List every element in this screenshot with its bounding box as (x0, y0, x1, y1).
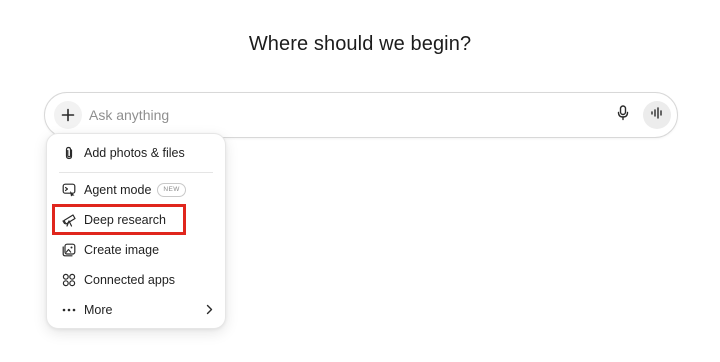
menu-divider (59, 172, 213, 173)
microphone-icon (616, 104, 630, 126)
composer (44, 92, 678, 138)
telescope-icon (61, 212, 77, 228)
menu-item-deep-research[interactable]: Deep research (53, 207, 219, 233)
menu-item-agent-mode[interactable]: Agent mode NEW (53, 177, 219, 203)
menu-item-connected-apps[interactable]: Connected apps (53, 267, 219, 293)
menu-item-add-photos-files[interactable]: Add photos & files (53, 140, 219, 166)
plus-icon (61, 108, 75, 122)
menu-item-label: Agent mode (84, 183, 152, 197)
agent-mode-icon (61, 182, 77, 198)
page: Where should we begin? Ask anything Add … (0, 0, 720, 362)
menu-item-label: Create image (84, 243, 160, 257)
voice-mode-button[interactable] (643, 101, 671, 129)
ellipsis-icon (61, 302, 77, 318)
connected-apps-icon (61, 272, 77, 288)
dictate-button[interactable] (611, 103, 635, 127)
menu-item-create-image[interactable]: Create image (53, 237, 219, 263)
new-badge: NEW (157, 183, 186, 197)
attachment-menu: Add photos & files Agent mode NEW Deep r… (46, 133, 226, 329)
menu-item-label: Add photos & files (84, 146, 185, 160)
image-icon (61, 242, 77, 258)
page-title: Where should we begin? (248, 33, 472, 55)
menu-item-more[interactable]: More (53, 297, 219, 323)
menu-item-label: Deep research (84, 213, 166, 227)
chevron-right-icon (206, 304, 213, 318)
voice-mode-icon (650, 106, 664, 124)
add-attachment-button[interactable] (54, 101, 82, 129)
paperclip-icon (61, 145, 77, 161)
menu-item-label: Connected apps (84, 273, 176, 287)
menu-item-label: More (84, 303, 113, 317)
prompt-input[interactable] (89, 105, 509, 125)
